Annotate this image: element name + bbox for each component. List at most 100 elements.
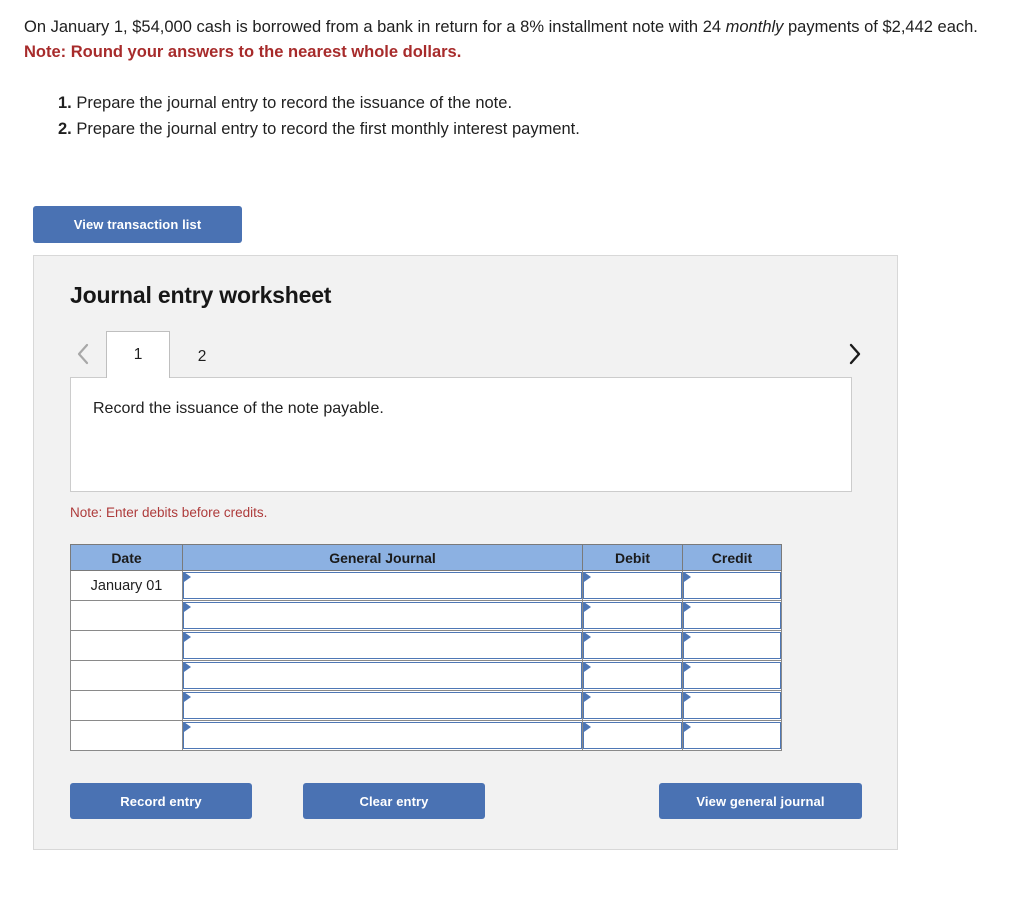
worksheet-tab-1[interactable]: 1 bbox=[106, 331, 170, 379]
journal-account-input-cell bbox=[182, 600, 583, 631]
journal-account-input[interactable] bbox=[183, 602, 582, 629]
table-row bbox=[70, 660, 782, 691]
journal-credit-input[interactable] bbox=[683, 632, 781, 659]
journal-account-input[interactable] bbox=[183, 722, 582, 749]
view-transaction-list-button[interactable]: View transaction list bbox=[33, 206, 242, 243]
problem-text-part1: On January 1, $54,000 cash is borrowed f… bbox=[24, 18, 726, 36]
journal-date-cell[interactable] bbox=[70, 660, 183, 691]
dropdown-marker-icon bbox=[584, 722, 591, 732]
dropdown-marker-icon bbox=[684, 692, 691, 702]
journal-account-input-cell bbox=[182, 690, 583, 721]
table-row bbox=[70, 720, 782, 751]
journal-credit-input-cell bbox=[682, 600, 782, 631]
journal-credit-input[interactable] bbox=[683, 602, 781, 629]
journal-credit-input[interactable] bbox=[683, 572, 781, 599]
journal-date-cell[interactable] bbox=[70, 690, 183, 721]
dropdown-marker-icon bbox=[584, 572, 591, 582]
journal-credit-input-cell bbox=[682, 630, 782, 661]
journal-account-input[interactable] bbox=[183, 632, 582, 659]
task-number: 1. bbox=[58, 93, 72, 112]
journal-debit-input[interactable] bbox=[583, 602, 682, 629]
journal-debit-input-cell bbox=[582, 690, 683, 721]
worksheet-title: Journal entry worksheet bbox=[70, 282, 332, 308]
journal-date-cell[interactable]: January 01 bbox=[70, 570, 183, 601]
column-header-date: Date bbox=[70, 544, 183, 571]
dropdown-marker-icon bbox=[684, 572, 691, 582]
problem-text-italic: monthly bbox=[725, 18, 784, 36]
journal-debit-input-cell bbox=[582, 630, 683, 661]
journal-credit-input-cell bbox=[682, 570, 782, 601]
record-entry-button[interactable]: Record entry bbox=[70, 783, 252, 819]
rounding-note: Note: Round your answers to the nearest … bbox=[24, 42, 462, 61]
debits-before-credits-note: Note: Enter debits before credits. bbox=[70, 505, 268, 520]
journal-account-input[interactable] bbox=[183, 572, 582, 599]
journal-credit-input[interactable] bbox=[683, 692, 781, 719]
journal-debit-input-cell bbox=[582, 600, 683, 631]
clear-entry-button[interactable]: Clear entry bbox=[303, 783, 485, 819]
task-number: 2. bbox=[58, 119, 72, 138]
dropdown-marker-icon bbox=[184, 632, 191, 642]
dropdown-marker-icon bbox=[584, 602, 591, 612]
table-row bbox=[70, 630, 782, 661]
dropdown-marker-icon bbox=[684, 632, 691, 642]
journal-entry-worksheet-panel: Journal entry worksheet 1 2 Record the i… bbox=[33, 255, 898, 850]
journal-account-input-cell bbox=[182, 660, 583, 691]
dropdown-marker-icon bbox=[584, 692, 591, 702]
journal-credit-input[interactable] bbox=[683, 662, 781, 689]
journal-credit-input[interactable] bbox=[683, 722, 781, 749]
journal-debit-input-cell bbox=[582, 570, 683, 601]
dropdown-marker-icon bbox=[684, 722, 691, 732]
worksheet-tab-list: 1 2 bbox=[106, 331, 234, 379]
journal-debit-input[interactable] bbox=[583, 632, 682, 659]
column-header-debit: Debit bbox=[582, 544, 683, 571]
table-row bbox=[70, 690, 782, 721]
journal-debit-input-cell bbox=[582, 660, 683, 691]
view-general-journal-button[interactable]: View general journal bbox=[659, 783, 862, 819]
journal-credit-input-cell bbox=[682, 660, 782, 691]
journal-debit-input[interactable] bbox=[583, 572, 682, 599]
tab-strip: 1 2 bbox=[70, 331, 867, 379]
transaction-description-text: Record the issuance of the note payable. bbox=[93, 400, 384, 417]
journal-account-input[interactable] bbox=[183, 692, 582, 719]
task-text: Prepare the journal entry to record the … bbox=[71, 119, 580, 138]
journal-credit-input-cell bbox=[682, 720, 782, 751]
dropdown-marker-icon bbox=[184, 692, 191, 702]
journal-date-cell[interactable] bbox=[70, 720, 183, 751]
column-header-general-journal: General Journal bbox=[182, 544, 583, 571]
chevron-right-icon[interactable] bbox=[841, 337, 867, 371]
dropdown-marker-icon bbox=[584, 662, 591, 672]
column-header-credit: Credit bbox=[682, 544, 782, 571]
task-item: 1. Prepare the journal entry to record t… bbox=[58, 91, 1000, 116]
journal-account-input[interactable] bbox=[183, 662, 582, 689]
journal-account-input-cell bbox=[182, 570, 583, 601]
journal-date-cell[interactable] bbox=[70, 630, 183, 661]
dropdown-marker-icon bbox=[184, 602, 191, 612]
journal-account-input-cell bbox=[182, 630, 583, 661]
task-text: Prepare the journal entry to record the … bbox=[71, 93, 513, 112]
journal-debit-input[interactable] bbox=[583, 692, 682, 719]
dropdown-marker-icon bbox=[184, 572, 191, 582]
dropdown-marker-icon bbox=[684, 602, 691, 612]
journal-table-body: January 01 bbox=[70, 570, 782, 751]
problem-text-part2: payments of $2,442 each. bbox=[783, 18, 978, 36]
transaction-description-box: Record the issuance of the note payable. bbox=[70, 377, 852, 492]
table-row bbox=[70, 600, 782, 631]
journal-date-cell[interactable] bbox=[70, 600, 183, 631]
chevron-left-icon[interactable] bbox=[70, 337, 96, 371]
journal-entry-table: Date General Journal Debit Credit Januar… bbox=[70, 544, 782, 751]
journal-account-input-cell bbox=[182, 720, 583, 751]
table-row: January 01 bbox=[70, 570, 782, 601]
journal-credit-input-cell bbox=[682, 690, 782, 721]
task-list: 1. Prepare the journal entry to record t… bbox=[58, 91, 1000, 142]
dropdown-marker-icon bbox=[184, 722, 191, 732]
dropdown-marker-icon bbox=[184, 662, 191, 672]
problem-statement: On January 1, $54,000 cash is borrowed f… bbox=[0, 0, 1024, 141]
table-header-row: Date General Journal Debit Credit bbox=[70, 544, 782, 571]
dropdown-marker-icon bbox=[584, 632, 591, 642]
problem-text: On January 1, $54,000 cash is borrowed f… bbox=[24, 16, 1000, 40]
dropdown-marker-icon bbox=[684, 662, 691, 672]
worksheet-tab-2[interactable]: 2 bbox=[170, 334, 234, 378]
journal-debit-input[interactable] bbox=[583, 722, 682, 749]
journal-debit-input[interactable] bbox=[583, 662, 682, 689]
task-item: 2. Prepare the journal entry to record t… bbox=[58, 117, 1000, 142]
